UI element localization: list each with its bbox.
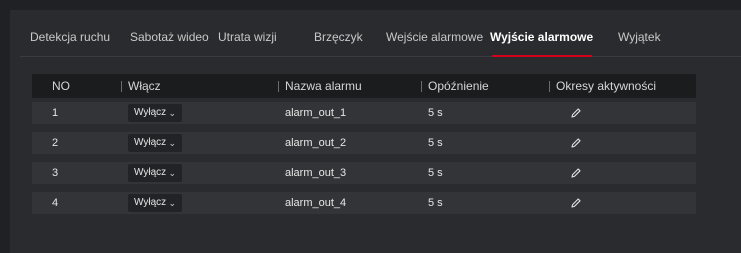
pencil-icon[interactable]: [569, 106, 583, 120]
tab-alarm-input[interactable]: Wejście alarmowe: [386, 24, 483, 55]
chevron-down-icon: ⌄: [168, 198, 176, 208]
header-divider: [421, 81, 422, 92]
enable-select[interactable]: Wyłącz ⌄: [128, 164, 182, 182]
pencil-icon[interactable]: [569, 166, 583, 180]
table-row: 1 Wyłącz ⌄ alarm_out_1 5 s: [32, 102, 696, 124]
alarm-output-panel: Detekcja ruchu Sabotaż wideo Utrata wizj…: [10, 10, 741, 253]
tab-video-tampering[interactable]: Sabotaż wideo: [130, 24, 209, 55]
alarm-name: alarm_out_1: [285, 107, 347, 119]
row-number: 2: [52, 137, 59, 149]
alarm-name: alarm_out_3: [285, 167, 347, 179]
pencil-icon[interactable]: [569, 196, 583, 210]
header-alarm-name: Nazwa alarmu: [285, 79, 362, 93]
header-divider: [121, 81, 122, 92]
tab-label: Wyjście alarmowe: [490, 30, 594, 44]
tab-bar: Detekcja ruchu Sabotaż wideo Utrata wizj…: [20, 24, 741, 57]
table-header: NO Włącz Nazwa alarmu Opóźnienie Okresy …: [32, 74, 696, 98]
tab-label: Wejście alarmowe: [386, 30, 484, 44]
enable-select[interactable]: Wyłącz ⌄: [128, 104, 182, 122]
table-row: 2 Wyłącz ⌄ alarm_out_2 5 s: [32, 132, 696, 154]
row-number: 4: [52, 197, 59, 209]
enable-select[interactable]: Wyłącz ⌄: [128, 134, 182, 152]
tab-label: Detekcja ruchu: [30, 30, 111, 44]
chevron-down-icon: ⌄: [168, 108, 176, 118]
alarm-name: alarm_out_2: [285, 137, 347, 149]
select-value: Wyłącz: [134, 167, 167, 178]
alarm-name: alarm_out_4: [285, 197, 347, 209]
header-delay: Opóźnienie: [428, 79, 489, 93]
delay-value: 5 s: [428, 107, 443, 119]
tab-buzzer[interactable]: Brzęczyk: [314, 24, 363, 55]
select-value: Wyłącz: [134, 107, 167, 118]
delay-value: 5 s: [428, 197, 443, 209]
delay-value: 5 s: [428, 137, 443, 149]
enable-select[interactable]: Wyłącz ⌄: [128, 194, 182, 212]
table-row: 4 Wyłącz ⌄ alarm_out_4 5 s: [32, 192, 696, 214]
tab-label: Utrata wizji: [218, 30, 277, 44]
header-no: NO: [52, 79, 70, 93]
select-value: Wyłącz: [134, 197, 167, 208]
header-divider: [278, 81, 279, 92]
select-value: Wyłącz: [134, 137, 167, 148]
tab-label: Sabotaż wideo: [130, 30, 209, 44]
chevron-down-icon: ⌄: [168, 138, 176, 148]
row-number: 3: [52, 167, 59, 179]
header-enable: Włącz: [128, 79, 161, 93]
header-divider: [549, 81, 550, 92]
tab-exception[interactable]: Wyjątek: [618, 24, 661, 55]
tab-alarm-output[interactable]: Wyjście alarmowe: [490, 24, 593, 55]
tab-motion-detection[interactable]: Detekcja ruchu: [30, 24, 110, 55]
header-schedule: Okresy aktywności: [556, 79, 657, 93]
tab-video-loss[interactable]: Utrata wizji: [218, 24, 277, 55]
pencil-icon[interactable]: [569, 136, 583, 150]
delay-value: 5 s: [428, 167, 443, 179]
tab-label: Wyjątek: [618, 30, 661, 44]
active-tab-indicator: [492, 55, 592, 57]
table-row: 3 Wyłącz ⌄ alarm_out_3 5 s: [32, 162, 696, 184]
tab-label: Brzęczyk: [314, 30, 363, 44]
chevron-down-icon: ⌄: [168, 168, 176, 178]
row-number: 1: [52, 107, 59, 119]
